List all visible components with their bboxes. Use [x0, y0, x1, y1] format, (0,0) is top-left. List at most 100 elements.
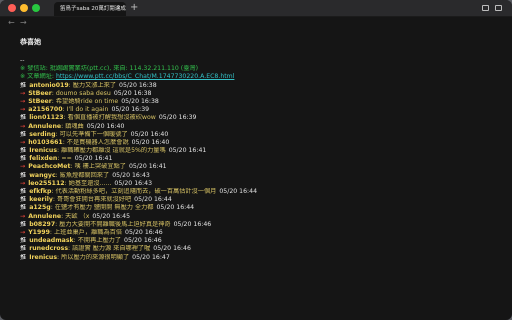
arrow-tag: → [20, 212, 26, 220]
comment-row: → a2156700: I'll do it again 05/20 16:39 [20, 106, 500, 114]
comment-row: 推 efkfkp: 代表活動粉絲多吧，立刻追隨而去，破一百萬估計沒一個月 05/20… [20, 188, 500, 196]
comment-row: 推 a125g: 在鹽才有壓力 鹽開開 無壓力 全力都 05/20 16:44 [20, 204, 500, 212]
comment-time: 05/20 16:41 [168, 147, 207, 155]
comment-time: 05/20 16:40 [131, 138, 170, 146]
split-view-icon[interactable] [495, 5, 502, 11]
comment-text: : 代表活動粉絲多吧，立刻追隨而去，破一百萬估計沒一個月 [51, 188, 217, 195]
comment-row: → PeachcoMet: 咦 樓上突破宜點了 05/20 16:41 [20, 163, 500, 171]
comment-text: : I'll do it again [62, 106, 109, 114]
comment-time: 05/20 16:43 [112, 171, 150, 179]
comment-row: 推 serding: 可以先準備下一個暖號了 05/20 16:40 [20, 131, 500, 139]
push-tag: 推 [20, 188, 27, 195]
arrow-tag: → [20, 89, 26, 97]
comment-time: 05/20 16:46 [125, 228, 163, 236]
push-tag: 推 [20, 237, 27, 245]
comment-user-id: felixden [29, 155, 58, 163]
comment-text: : == [57, 155, 72, 163]
comment-user-id: b08297 [29, 220, 56, 228]
url-label: ※ 文章網址: [20, 73, 56, 81]
comment-row: 推 undeadmask: 不開再上壓力了 05/20 16:46 [20, 237, 500, 245]
comment-text: : 咦 樓上突破宜點了 [70, 163, 126, 171]
comment-user-id: Annulene [28, 212, 62, 220]
comment-user-id: h0103661 [28, 138, 63, 146]
tab-close-icon[interactable]: × [116, 2, 121, 16]
comment-user-id: a125g [29, 204, 51, 212]
comment-text: : 在鹽才有壓力 鹽開開 無壓力 全力都 [50, 204, 154, 212]
comment-row: 推 Irenicus: 所以壓力的來源很明顯了 05/20 16:47 [20, 254, 500, 262]
comment-time: 05/20 16:46 [153, 245, 191, 253]
comment-text: : 可以先準備下一個暖號了 [55, 130, 128, 138]
comment-time: 05/20 16:40 [130, 130, 169, 138]
comment-row: 推 b08297: 壓力大要開不開離職後馬上迫好真是神奇 05/20 16:46 [20, 221, 500, 229]
back-arrow-icon[interactable]: ← [8, 18, 15, 28]
tab-active[interactable]: 笛鳥子saba 20萬訂閱達成 × [54, 2, 126, 16]
comment-time: 05/20 16:40 [86, 122, 125, 130]
close-window-button[interactable] [8, 4, 16, 12]
new-tab-icon[interactable]: + [130, 2, 138, 14]
comment-user-id: serding [29, 130, 56, 138]
push-tag: 推 [20, 130, 27, 138]
article-url-link[interactable]: https://www.ptt.cc/bbs/C_Chat/M.17477302… [56, 73, 234, 80]
comment-user-id: Irenicus [29, 253, 58, 261]
comment-row: 推 antonio019: 壓力又漲上來了 05/20 16:38 [20, 82, 500, 90]
comment-time: 05/20 16:39 [111, 106, 150, 114]
comment-user-id: PeachcoMet [28, 163, 71, 171]
comment-text: : doumo saba desu [51, 89, 111, 97]
comment-text: : 壓力又漲上來了 [68, 81, 117, 89]
sidebar-toggle-icon[interactable] [482, 5, 489, 11]
push-tag: 推 [20, 196, 27, 204]
push-tag: 推 [20, 171, 27, 179]
comment-text: : 哥哥會狂開台再來就沒好吧 [52, 196, 132, 204]
comment-text: : 鯊魚燈都關回來了 [55, 171, 110, 179]
url-line: ※ 文章網址: https://www.ptt.cc/bbs/C_Chat/M.… [20, 73, 500, 81]
comment-user-id: a2156700 [28, 106, 63, 114]
comment-row: → Y1999: 上班並巢戶，離職為百倍 05/20 16:46 [20, 229, 500, 237]
comment-user-id: Irenicus [29, 147, 58, 155]
article-heading: 恭喜她 [20, 38, 41, 46]
comment-row: → StBeer: doumo saba desu 05/20 16:38 [20, 90, 500, 98]
comment-text: : 看個直播被打醒我想沒被砍wow [63, 114, 156, 122]
comment-row: 推 runedcross: 該證實 壓力源 來自哪裡了喔 05/20 16:46 [20, 245, 500, 253]
comment-text: : 上班並巢戶，離職為百倍 [49, 228, 123, 236]
comment-list: 推 antonio019: 壓力又漲上來了 05/20 16:38 → StBeer: … [20, 82, 500, 262]
title-bar: 笛鳥子saba 20萬訂閱達成 × + [0, 0, 512, 17]
arrow-tag: → [20, 228, 26, 236]
comment-row: → Annulene: 天歐 （x 05/20 16:45 [20, 213, 500, 221]
minimize-window-button[interactable] [20, 4, 28, 12]
comment-time: 05/20 16:43 [114, 179, 153, 187]
arrow-tag: → [20, 179, 26, 187]
comment-text: : 所以壓力的來源很明顯了 [57, 253, 130, 261]
comment-row: 推 Irenicus: 離職確壓力都離沒 這就是5%的力量嗎 05/20 16:41 [20, 147, 500, 155]
comment-time: 05/20 16:38 [119, 81, 157, 89]
article-content: 恭喜她 -- ※ 發信站: 批踢踢實業坊(ptt.cc), 來自: 114.32… [20, 37, 500, 320]
comment-user-id: keerily [29, 196, 53, 204]
comment-time: 05/20 16:46 [124, 237, 162, 245]
comment-user-id: antonio019 [29, 81, 69, 89]
comment-row: → Annulene: 鎮魂曲 05/20 16:40 [20, 123, 500, 131]
comment-text: : 壓力大要開不開離職後馬上迫好真是神奇 [55, 220, 171, 228]
comment-time: 05/20 16:39 [158, 114, 197, 122]
comment-user-id: leo255112 [28, 179, 65, 187]
comment-row: → h0103661: 不是買機器人怎麼會說 05/20 16:40 [20, 139, 500, 147]
navigation-bar: ← → [0, 17, 512, 30]
comment-user-id: StBeer [28, 97, 52, 105]
forward-arrow-icon[interactable]: → [20, 18, 27, 28]
push-tag: 推 [20, 220, 27, 228]
comment-time: 05/20 16:44 [156, 204, 195, 212]
comment-row: 推 lion01123: 看個直播被打醒我想沒被砍wow 05/20 16:39 [20, 114, 500, 122]
comment-user-id: wangyc [29, 171, 56, 179]
comment-row: 推 keerily: 哥哥會狂開台再來就沒好吧 05/20 16:44 [20, 196, 500, 204]
push-tag: 推 [20, 204, 27, 212]
comment-time: 05/20 16:44 [219, 188, 258, 195]
comment-text: : 天歐 （x [61, 212, 90, 220]
push-tag: 推 [20, 155, 27, 163]
comment-time: 05/20 16:38 [121, 97, 159, 105]
comment-time: 05/20 16:41 [128, 163, 167, 171]
push-tag: 推 [20, 81, 27, 89]
comment-time: 05/20 16:44 [134, 196, 172, 204]
comment-text: : 該證實 壓力源 來自哪裡了喔 [68, 245, 151, 253]
push-tag: 推 [20, 245, 27, 253]
arrow-tag: → [20, 122, 26, 130]
comment-user-id: efkfkp [29, 188, 52, 195]
zoom-window-button[interactable] [32, 4, 40, 12]
